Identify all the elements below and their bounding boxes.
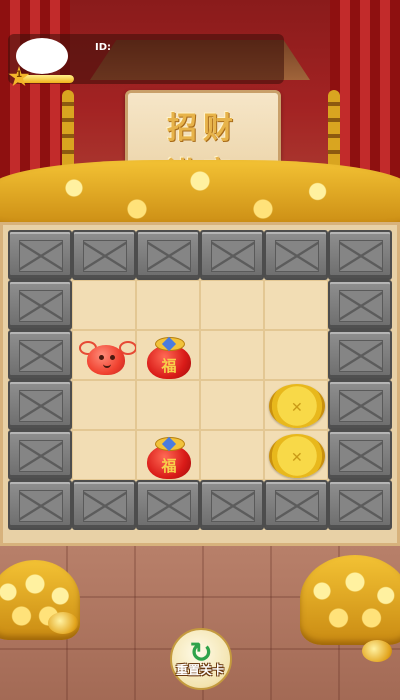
player-character[interactable] bbox=[79, 337, 137, 377]
wall-crate-icon bbox=[211, 490, 255, 522]
lucky-bag-box[interactable]: 福 bbox=[141, 433, 197, 479]
floor-tile: 福 bbox=[136, 330, 200, 380]
wall-crate-icon bbox=[83, 490, 127, 522]
floor-tile bbox=[264, 280, 328, 330]
floor-tile bbox=[264, 330, 328, 380]
wall-block bbox=[328, 330, 392, 380]
wall-crate-icon bbox=[275, 240, 319, 272]
wall-block bbox=[8, 280, 72, 330]
wall-crate-icon bbox=[147, 240, 191, 272]
wall-block bbox=[8, 480, 72, 530]
gold-coin-pile-top bbox=[0, 160, 400, 230]
wall-crate-icon bbox=[275, 490, 319, 522]
floor-tile bbox=[72, 430, 136, 480]
floor-tile bbox=[200, 380, 264, 430]
wall-crate-icon bbox=[339, 490, 383, 522]
wall-crate-icon bbox=[19, 490, 63, 522]
wall-crate-icon bbox=[83, 240, 127, 272]
wall-crate-icon bbox=[339, 440, 383, 472]
wall-block bbox=[8, 380, 72, 430]
wall-block bbox=[200, 480, 264, 530]
floor-tile: ✕ bbox=[264, 430, 328, 480]
floor-tile bbox=[72, 330, 137, 380]
target-mark-icon: ✕ bbox=[291, 400, 303, 416]
wall-crate-icon bbox=[19, 240, 63, 272]
wall-crate-icon bbox=[339, 340, 383, 372]
eye-left bbox=[99, 355, 104, 360]
wall-block bbox=[72, 480, 136, 530]
board-grid: 福 ✕ 福 ✕ bbox=[8, 230, 392, 530]
gold-coin bbox=[362, 640, 392, 662]
gold-coin-pile-bottom-right bbox=[300, 555, 400, 645]
wall-block bbox=[8, 230, 72, 280]
wall-crate-icon bbox=[211, 240, 255, 272]
wall-block bbox=[328, 380, 392, 430]
wall-block bbox=[8, 430, 72, 480]
player-id-label: ID: bbox=[95, 42, 112, 53]
bag-fu-character: 福 bbox=[161, 457, 177, 475]
wall-crate-icon bbox=[19, 340, 63, 372]
wall-crate-icon bbox=[339, 390, 383, 422]
player-body bbox=[87, 345, 125, 375]
wall-block bbox=[72, 230, 136, 280]
floor-tile bbox=[200, 330, 264, 380]
floor-tile: ✕ bbox=[264, 380, 328, 430]
wall-crate-icon bbox=[19, 440, 63, 472]
wall-block bbox=[200, 230, 264, 280]
gold-coin-target: ✕ bbox=[269, 384, 325, 428]
banner-line-1: 招财 bbox=[167, 111, 239, 146]
wall-block bbox=[328, 280, 392, 330]
wall-crate-icon bbox=[19, 290, 63, 322]
bag-fu-character: 福 bbox=[161, 357, 177, 375]
wall-block bbox=[328, 230, 392, 280]
reset-level-label: 重置关卡 bbox=[175, 663, 224, 677]
avatar[interactable] bbox=[16, 38, 68, 74]
floor-tile bbox=[72, 280, 136, 330]
wall-block bbox=[328, 430, 392, 480]
wall-block bbox=[8, 330, 72, 380]
wall-block bbox=[264, 480, 328, 530]
level-number: 1 bbox=[15, 70, 23, 80]
reset-level-button[interactable]: ↻ bbox=[170, 628, 232, 690]
floor-tile bbox=[136, 380, 200, 430]
wall-crate-icon bbox=[19, 390, 63, 422]
wall-crate-icon bbox=[147, 490, 191, 522]
floor-tile bbox=[72, 380, 136, 430]
wall-crate-icon bbox=[339, 290, 383, 322]
game-board: 福 ✕ 福 ✕ bbox=[0, 222, 400, 546]
target-mark-icon: ✕ bbox=[291, 450, 303, 466]
gold-coin-target: ✕ bbox=[269, 434, 325, 478]
wall-block bbox=[136, 230, 200, 280]
wall-block bbox=[136, 480, 200, 530]
wall-block bbox=[264, 230, 328, 280]
floor-tile bbox=[136, 280, 200, 330]
floor-tile: 福 bbox=[136, 430, 200, 480]
eye-right bbox=[110, 355, 115, 360]
gold-coin bbox=[48, 612, 78, 634]
floor-tile bbox=[200, 280, 264, 330]
wall-block bbox=[328, 480, 392, 530]
wall-crate-icon bbox=[339, 240, 383, 272]
lucky-bag-box[interactable]: 福 bbox=[141, 333, 197, 379]
floor-tile bbox=[200, 430, 264, 480]
